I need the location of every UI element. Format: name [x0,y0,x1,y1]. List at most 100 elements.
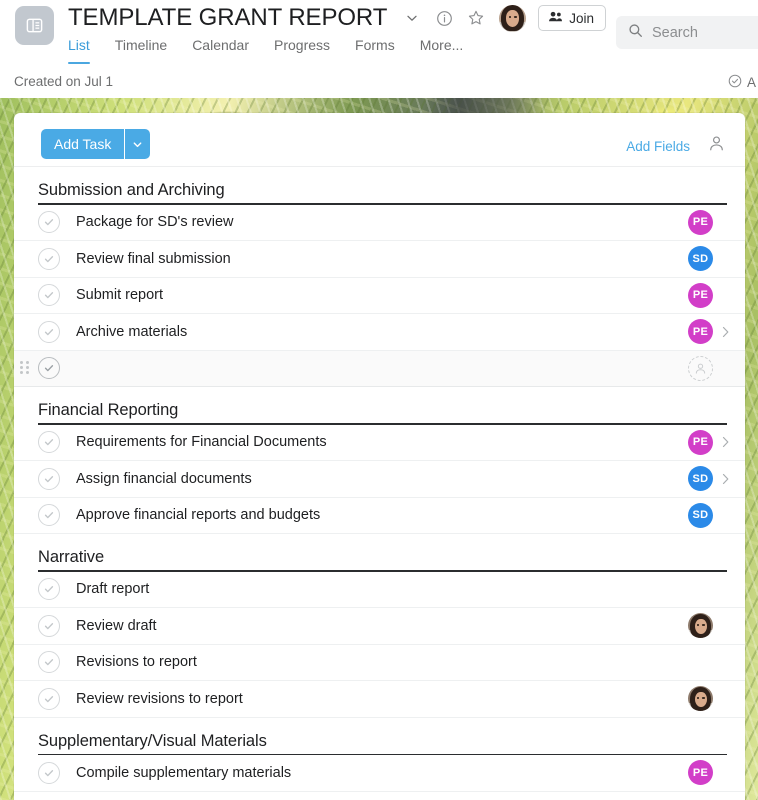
section-header[interactable]: Narrative [14,534,745,570]
tab-more[interactable]: More... [420,36,464,64]
task-complete-checkbox[interactable] [38,320,60,343]
task-row[interactable]: Review final submission SD [14,241,745,278]
assignee-initials: SD [692,509,709,522]
task-name[interactable]: Review revisions to report [76,691,243,707]
task-name[interactable]: Review draft [76,618,157,634]
task-name[interactable]: Archive materials [76,324,187,340]
task-complete-checkbox[interactable] [38,614,60,637]
task-row[interactable]: Requirements for Financial Documents PE [14,424,745,461]
task-name[interactable]: Requirements for Financial Documents [76,434,327,450]
assignee-avatar[interactable]: PE [688,209,713,235]
task-list: Submission and Archiving Package for SD's… [14,167,745,792]
task-complete-checkbox[interactable] [38,467,60,490]
task-row-right: PE [688,319,735,345]
person-outline-icon[interactable] [708,135,725,157]
tab-list[interactable]: List [68,36,90,64]
section-title: Narrative [38,548,105,566]
task-row[interactable]: Package for SD's review PE [14,204,745,241]
task-name[interactable]: Review final submission [76,251,231,267]
task-name[interactable]: Draft report [76,581,149,597]
assignee-avatar[interactable]: SD [688,466,713,492]
assignee-avatar[interactable]: PE [688,319,713,345]
section-title: Financial Reporting [38,401,179,419]
task-row-right [688,577,735,602]
section-header[interactable]: Financial Reporting [14,387,745,423]
section-header[interactable]: Submission and Archiving [14,167,745,203]
status-badge[interactable]: A [728,74,756,91]
task-row[interactable]: Review revisions to report [14,681,745,718]
task-complete-checkbox[interactable] [38,211,60,234]
task-row[interactable]: Archive materials PE [14,314,745,351]
assignee-avatar[interactable]: SD [688,246,713,272]
assign-task-button[interactable] [688,355,713,381]
task-name[interactable]: Revisions to report [76,654,197,670]
app-root: TEMPLATE GRANT REPORT Join List Timeline… [0,0,758,800]
tab-forms[interactable]: Forms [355,36,395,64]
add-task-dropdown-button[interactable] [125,129,151,159]
assignee-avatar[interactable]: PE [688,429,713,455]
expand-subtasks-chevron-icon[interactable] [719,436,731,448]
task-row[interactable]: Review draft [14,608,745,645]
drag-handle-icon[interactable] [20,361,30,375]
people-icon [548,10,563,26]
assignee-initials: PE [692,289,709,302]
star-icon[interactable] [463,5,489,31]
task-name[interactable]: Package for SD's review [76,214,234,230]
tab-progress[interactable]: Progress [274,36,330,64]
task-complete-checkbox[interactable] [38,247,60,270]
assignee-initials: PE [692,325,709,338]
info-circle-icon[interactable] [431,5,457,31]
assignee-avatar[interactable] [688,613,713,639]
task-complete-checkbox[interactable] [38,504,60,527]
add-fields-button[interactable]: Add Fields [626,139,690,154]
task-complete-checkbox[interactable] [38,431,60,454]
add-task-button-group: Add Task [41,129,151,159]
task-row[interactable]: Revisions to report [14,644,745,681]
task-complete-checkbox[interactable] [38,651,60,674]
add-task-button[interactable]: Add Task [41,129,125,159]
task-complete-checkbox[interactable] [38,578,60,601]
task-row-right [688,686,735,712]
task-row-right [688,650,735,675]
search-input[interactable]: Search [616,16,758,49]
task-complete-checkbox[interactable] [38,284,60,307]
assignee-initials: SD [692,472,709,485]
task-row[interactable] [14,350,745,387]
join-label: Join [569,10,595,26]
task-row[interactable]: Submit report PE [14,277,745,314]
task-complete-checkbox[interactable] [38,357,60,380]
expand-subtasks-chevron-icon[interactable] [719,473,731,485]
task-complete-checkbox[interactable] [38,687,60,710]
task-name[interactable]: Submit report [76,287,163,303]
task-row-right [688,355,735,381]
task-row[interactable]: Compile supplementary materials PE [14,755,745,792]
expand-subtasks-chevron-icon[interactable] [719,326,731,338]
avatar[interactable] [499,4,527,32]
section-header[interactable]: Supplementary/Visual Materials [14,718,745,754]
task-row[interactable]: Assign financial documents SD [14,461,745,498]
tab-calendar[interactable]: Calendar [192,36,249,64]
chevron-down-icon[interactable] [399,5,425,31]
task-name[interactable]: Approve financial reports and budgets [76,507,320,523]
task-row-right: PE [688,760,735,786]
assignee-avatar[interactable]: PE [688,760,713,786]
task-name[interactable]: Assign financial documents [76,471,252,487]
task-row-right: PE [688,282,735,308]
assignee-avatar[interactable] [688,686,713,712]
assignee-avatar[interactable]: PE [688,282,713,308]
assignee-avatar-empty[interactable] [688,650,713,675]
assignee-initials: SD [692,252,709,265]
task-complete-checkbox[interactable] [38,761,60,784]
task-row-right: SD [688,502,735,528]
assignee-avatar-empty[interactable] [688,577,713,602]
toolbar-right: Add Fields [626,135,725,157]
task-row[interactable]: Approve financial reports and budgets SD [14,497,745,534]
top-bar: TEMPLATE GRANT REPORT Join List Timeline… [0,0,758,68]
join-button[interactable]: Join [538,5,607,31]
task-name[interactable]: Compile supplementary materials [76,765,291,781]
list-board-icon[interactable] [15,6,54,45]
search-icon [628,23,643,43]
assignee-avatar[interactable]: SD [688,502,713,528]
tab-timeline[interactable]: Timeline [115,36,167,64]
task-row[interactable]: Draft report [14,571,745,608]
